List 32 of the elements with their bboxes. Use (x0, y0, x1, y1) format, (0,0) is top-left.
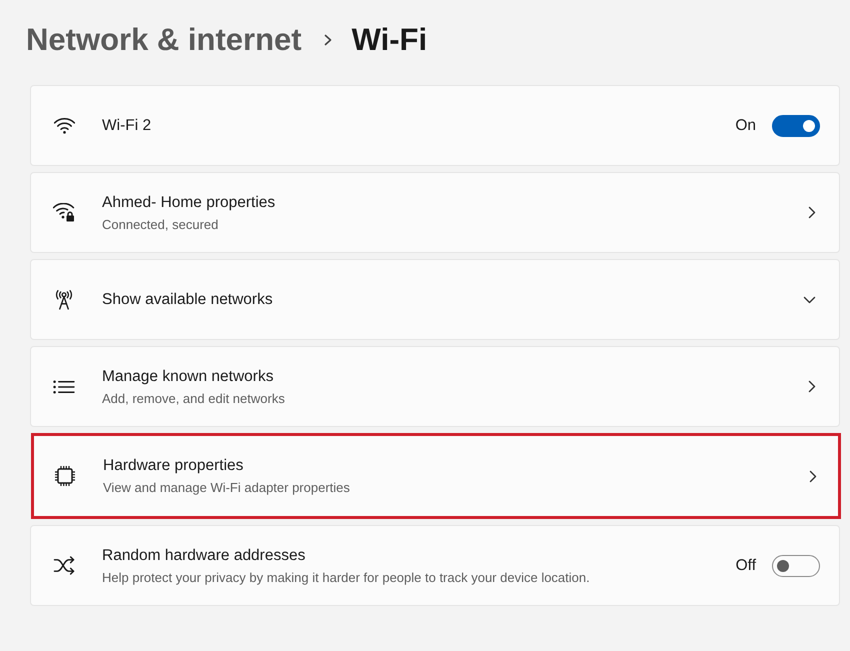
setting-description: Help protect your privacy by making it harder for people to track your device location. (102, 568, 590, 586)
setting-title: Manage known networks (102, 366, 274, 386)
settings-card[interactable]: Ahmed- Home properties Connected, secured (30, 172, 840, 253)
breadcrumb-link[interactable]: Network & internet (26, 20, 302, 60)
breadcrumb-separator-icon (324, 34, 332, 46)
settings-card[interactable]: Random hardware addresses Help protect your privacy by making it harder for people to track your device location. Off (30, 525, 840, 606)
toggle-switch[interactable] (772, 554, 820, 576)
setting-title: Show available networks (102, 290, 273, 310)
wifi-icon (54, 118, 74, 134)
antenna-icon (55, 290, 73, 310)
settings-card[interactable]: Hardware properties View and manage Wi-Fi adapter properties (31, 433, 841, 519)
settings-card[interactable]: Show available networks (30, 259, 840, 340)
setting-title: Random hardware addresses (102, 546, 306, 566)
page-title: Wi-Fi (352, 21, 428, 59)
setting-title: Wi-Fi 2 (102, 116, 152, 136)
shuffle-icon (53, 556, 75, 575)
setting-description: Connected, secured (102, 216, 218, 232)
chevron-right-icon (808, 206, 816, 219)
toggle-state-label: Off (736, 556, 756, 574)
list-icon (53, 380, 75, 394)
settings-card[interactable]: Manage known networks Add, remove, and edit networks (30, 346, 840, 427)
chip-icon (54, 465, 76, 487)
setting-title: Hardware properties (103, 456, 244, 476)
chevron-right-icon (808, 380, 816, 393)
setting-title: Ahmed- Home properties (102, 192, 276, 212)
chevron-right-icon (809, 470, 817, 482)
setting-description: View and manage Wi-Fi adapter properties (103, 479, 350, 496)
toggle-state-label: On (735, 116, 756, 134)
settings-card[interactable]: Wi-Fi 2 On (30, 85, 840, 166)
setting-description: Add, remove, and edit networks (102, 390, 285, 406)
toggle-switch[interactable] (772, 114, 820, 136)
wifi-lock-icon (53, 203, 75, 222)
